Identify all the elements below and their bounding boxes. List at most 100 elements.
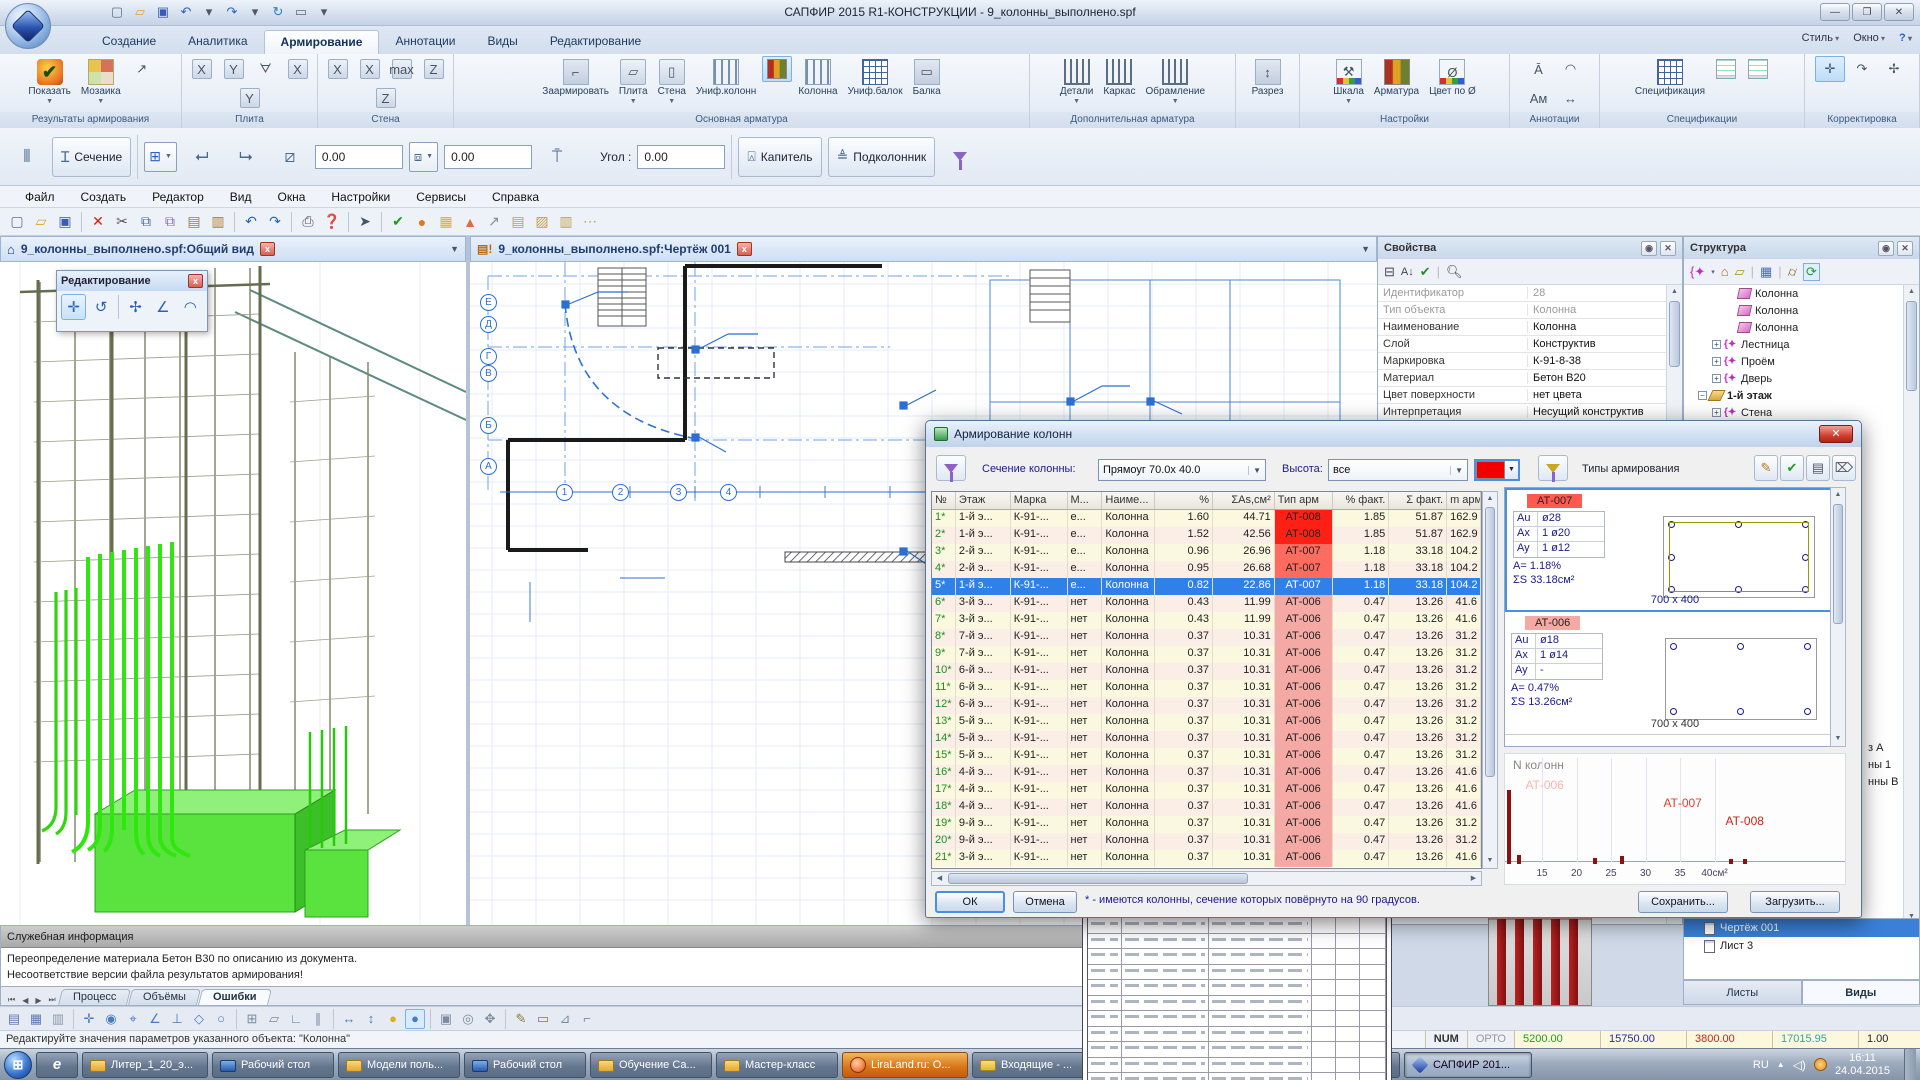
wall-z-button[interactable] [419,56,449,82]
column-header-№[interactable]: № [932,492,956,509]
funnel-icon[interactable] [941,139,979,175]
info-tab-Объёмы[interactable]: Объёмы [128,989,201,1005]
pin-icon[interactable]: ◉ [1641,241,1657,256]
slab-y-button[interactable] [219,56,249,82]
tray-expand-icon[interactable]: ▲ [1777,1060,1785,1069]
table-row[interactable]: 10*6-й э...К-91-...нетКолонна0.3710.31АТ… [932,663,1481,680]
menu-Окна[interactable]: Окна [267,188,317,206]
taskbar-button-Модели поль...[interactable]: Модели поль... [338,1052,460,1078]
grid-icon[interactable]: ⊞ [242,1009,262,1029]
tree-expander-icon[interactable]: + [1712,340,1721,349]
taskbar-button-LiraLand.ru: О...[interactable]: LiraLand.ru: О... [842,1052,968,1078]
dialog-title-bar[interactable]: Армирование колонн ✕ [926,421,1861,447]
column-header-Наиме...[interactable]: Наиме... [1102,492,1155,509]
taskbar-button-Литер_1_20_э...[interactable]: Литер_1_20_э... [82,1052,208,1078]
show-desktop-button[interactable] [1904,1049,1916,1080]
refresh-icon[interactable]: ⟳ [1803,263,1820,281]
card-view-button[interactable]: ▤ [1806,455,1830,481]
rebar-set-icon[interactable]: ⫴ [8,139,46,175]
pedestal-button[interactable]: ≜Подколонник [828,137,936,177]
column-header-Марка[interactable]: Марка [1011,492,1068,509]
zoom-icon[interactable]: ◎ [458,1009,478,1029]
ribbon-tab-Армирование[interactable]: Армирование [264,30,380,54]
guides-icon[interactable]: ∥ [308,1009,328,1029]
tree-expander-icon[interactable]: + [1712,408,1721,417]
reinforce-button[interactable]: Заармировать [538,56,613,100]
menu-Сервисы[interactable]: Сервисы [405,188,477,206]
offset-x-field[interactable]: 0.00 [315,145,403,169]
close-icon[interactable]: ✕ [1660,241,1676,256]
rebar-colors-button[interactable]: Арматура [1370,56,1423,100]
pencil-icon[interactable]: ✎ [511,1009,531,1029]
application-menu-button[interactable] [5,3,51,49]
wall-x2-button[interactable] [355,56,385,82]
table-row[interactable]: 5*1-й э...К-91-...е...Колонна0.8222.86АТ… [932,578,1481,595]
taskbar-button-Обучение Са...[interactable]: Обучение Са... [590,1052,712,1078]
categorize-icon[interactable]: ⊟ [1384,264,1395,280]
menu-Редактор[interactable]: Редактор [141,188,215,206]
column-header-Σ факт.[interactable]: Σ факт. [1389,492,1447,509]
specification-button[interactable]: Спецификация [1631,56,1709,100]
column-header-m арм,к[interactable]: m арм,к [1447,492,1481,509]
hatch-icon[interactable]: ▨ [531,211,553,233]
table-row[interactable]: 4*2-й э...К-91-...е...Колонна0.9526.68АТ… [932,561,1481,578]
filter-type-icon[interactable]: {✦ [1690,264,1705,280]
column-header-%[interactable]: % [1155,492,1213,509]
unif-beams-button[interactable]: Униф.балок [844,56,907,100]
copy-base-icon[interactable]: ⧉ [159,211,181,233]
snap-point-icon[interactable]: ⌖ [123,1009,143,1029]
table-row[interactable]: 13*5-й э...К-91-...нетКолонна0.3710.31АТ… [932,714,1481,731]
table-row[interactable]: 19*9-й э...К-91-...нетКолонна0.3710.31АТ… [932,816,1481,833]
tree-item-Стена[interactable]: +{✦Стена [1684,404,1903,421]
tree-item-Проём[interactable]: +{✦Проём [1684,353,1903,370]
table-row[interactable]: 20*9-й э...К-91-...нетКолонна0.3710.31АТ… [932,833,1481,850]
tree-item-Колонна[interactable]: Колонна [1684,285,1903,302]
menu-Вид[interactable]: Вид [219,188,263,206]
info-tab-Ошибки[interactable]: Ошибки [198,989,272,1005]
drawing-view-tab[interactable]: ▤! 9_колонны_выполнено.spf:Чертёж 001 x … [470,236,1377,262]
structure-scrollbar[interactable]: ▲▼ [1903,285,1919,924]
mosaic-button[interactable]: Мозаика▼ [77,56,125,108]
mosaic-icon[interactable]: ▦ [435,211,457,233]
drawing-view-close-icon[interactable]: x [737,242,752,256]
pan-icon[interactable]: ✥ [480,1009,500,1029]
column-header-Этаж[interactable]: Этаж [956,492,1011,509]
building-icon[interactable]: ⌂ [1721,264,1729,279]
search-binoculars-icon[interactable]: ⌭ [1788,264,1797,280]
new-document-icon[interactable]: ▢ [6,211,28,233]
paste-special-icon[interactable]: ▥ [207,211,229,233]
property-value[interactable]: нет цвета [1528,389,1666,401]
beam-button[interactable]: Балка [909,56,945,100]
table-row[interactable]: 17*4-й э...К-91-...нетКолонна0.3710.31АТ… [932,782,1481,799]
types-scrollbar[interactable]: ▲▼ [1830,487,1846,747]
print-icon[interactable]: ⎙ [297,211,319,233]
table-row[interactable]: 6*3-й э...К-91-...нетКолонна0.4311.99АТ-… [932,595,1481,612]
slab-small-button[interactable]: Плита▼ [615,56,652,108]
table-row[interactable]: 16*4-й э...К-91-...нетКолонна0.3710.31АТ… [932,765,1481,782]
rebar-bars-button[interactable] [762,56,792,82]
table-row[interactable]: 8*7-й э...К-91-...нетКолонна0.3710.31АТ-… [932,629,1481,646]
move-cross-button[interactable] [1815,56,1845,82]
table-row[interactable]: 21*3-й э...К-91-...нетКолонна0.3710.31АТ… [932,850,1481,867]
dim-am-button[interactable] [1524,85,1554,111]
close-button[interactable]: ✕ [1884,3,1914,21]
scale-button[interactable]: Шкала▼ [1329,56,1368,108]
tree-item-1-й этаж[interactable]: −1-й этаж [1684,387,1903,404]
editing-palette-close-icon[interactable]: x [188,274,203,288]
ribbon-tab-Аналитика[interactable]: Аналитика [172,30,263,54]
property-value[interactable]: Бетон В20 [1528,372,1666,384]
layers-icon[interactable]: ▥ [48,1009,68,1029]
dialog-close-button[interactable]: ✕ [1819,425,1853,443]
menu-Файл[interactable]: Файл [14,188,66,206]
page2-icon[interactable]: ▦ [26,1009,46,1029]
tree-item-Лестница[interactable]: +{✦Лестница [1684,336,1903,353]
taskbar-button-Входящие - ...[interactable]: Входящие - ... [972,1052,1090,1078]
show-results-icon[interactable]: ✔ [387,211,409,233]
result-mosaic-icon[interactable]: ● [411,211,433,233]
tree-item-Колонна[interactable]: Колонна [1684,302,1903,319]
columns-table[interactable]: №ЭтажМаркаМ...Наиме...%ΣAs,см²Тип арм% ф… [931,491,1482,869]
volume-icon[interactable]: ◁) [1793,1058,1806,1072]
framing-button[interactable]: Обрамление▼ [1141,56,1209,108]
corner-left-icon[interactable]: ⮠ [183,139,221,175]
arrow-ne-button[interactable] [127,56,157,82]
